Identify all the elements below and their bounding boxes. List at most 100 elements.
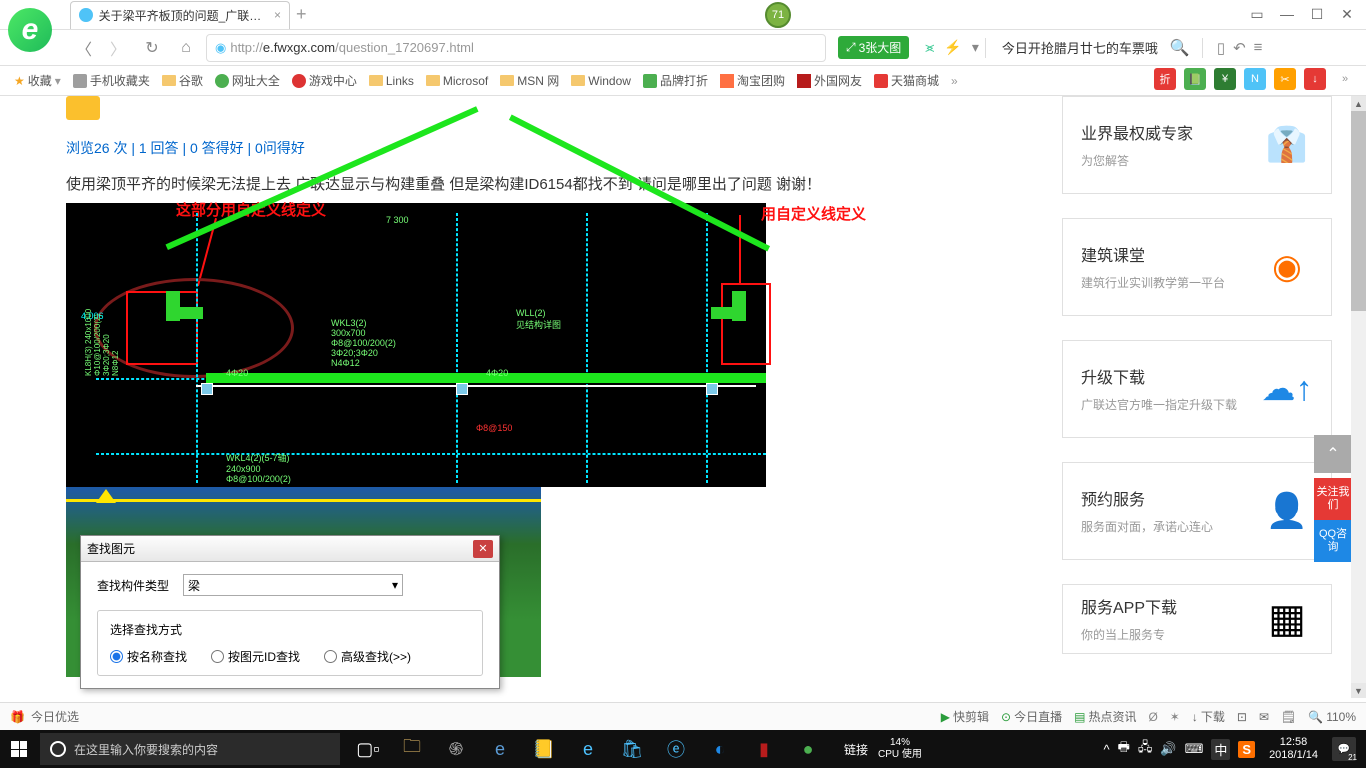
notification-icon[interactable]: 💬21 bbox=[1332, 737, 1356, 761]
app-qbrowser[interactable]: ◐ bbox=[698, 730, 742, 768]
app-note[interactable]: 📒 bbox=[522, 730, 566, 768]
ime-indicator[interactable]: ⌨ bbox=[1185, 741, 1204, 757]
chevron-down-icon[interactable]: ▾ bbox=[972, 39, 979, 56]
start-button[interactable] bbox=[0, 730, 38, 768]
back-button[interactable]: 〈 bbox=[70, 34, 98, 62]
undo-icon[interactable]: ↶ bbox=[1233, 39, 1246, 57]
qq-consult-button[interactable]: QQ咨询 bbox=[1314, 520, 1352, 562]
quickclip-button[interactable]: ▶快剪辑 bbox=[941, 708, 989, 725]
bookmark-item[interactable]: MSN 网 bbox=[500, 72, 559, 89]
fan-icon[interactable]: ✶ bbox=[1170, 710, 1180, 724]
score-badge[interactable]: 71 bbox=[765, 2, 791, 28]
dialog-close-icon[interactable]: ✕ bbox=[473, 540, 493, 558]
live-button[interactable]: ⊙今日直播 bbox=[1001, 708, 1062, 725]
task-view-button[interactable]: ▢▫ bbox=[346, 730, 390, 768]
sidebar-card-course[interactable]: 建筑课堂建筑行业实训教学第一平台 ◉ bbox=[1062, 218, 1332, 316]
note-icon[interactable]: 🗒 bbox=[1281, 710, 1296, 724]
menu-icon[interactable]: ≡ bbox=[1254, 39, 1263, 56]
news-icon: ▤ bbox=[1074, 710, 1085, 724]
ext-icon[interactable]: 📗 bbox=[1184, 68, 1206, 90]
ime-lang[interactable]: 中 bbox=[1211, 739, 1230, 760]
radio-by-id[interactable]: 按图元ID查找 bbox=[211, 648, 300, 665]
favorites-button[interactable]: ★收藏▾ bbox=[14, 72, 61, 89]
bookmark-item[interactable]: 品牌打折 bbox=[643, 72, 708, 89]
radio-by-name[interactable]: 按名称查找 bbox=[110, 648, 187, 665]
radio-advanced[interactable]: 高级查找(>>) bbox=[324, 648, 411, 665]
follow-us-button[interactable]: 关注我们 bbox=[1314, 478, 1352, 520]
app-edge[interactable]: e bbox=[566, 730, 610, 768]
sidebar-card-service[interactable]: 预约服务服务面对面，承诺心连心 👤 bbox=[1062, 462, 1332, 560]
bolt-icon[interactable]: ⚡ bbox=[944, 39, 961, 56]
hot-news-button[interactable]: ▤热点资讯 bbox=[1074, 708, 1136, 725]
bookmark-item[interactable]: Window bbox=[571, 74, 631, 88]
browser-logo[interactable]: e bbox=[0, 0, 60, 60]
scroll-down-icon[interactable]: ▼ bbox=[1351, 683, 1366, 698]
ext-overflow-icon[interactable]: » bbox=[1334, 68, 1356, 90]
gift-icon[interactable]: 🎁 bbox=[10, 710, 25, 724]
type-select[interactable]: 梁 ▾ bbox=[183, 574, 403, 596]
news-prompt[interactable]: 今日开抢腊月廿七的车票哦 bbox=[1002, 38, 1158, 57]
volume-icon[interactable]: 🔊 bbox=[1160, 741, 1176, 757]
taskbar-clock[interactable]: 12:58 2018/1/14 bbox=[1269, 736, 1318, 762]
app-explorer[interactable]: 🗀 bbox=[390, 730, 434, 768]
printer-icon[interactable]: 🖶 bbox=[1118, 738, 1130, 760]
home-button[interactable]: ⌂ bbox=[172, 34, 200, 62]
ext-icon[interactable]: N bbox=[1244, 68, 1266, 90]
block-icon[interactable]: Ø bbox=[1148, 710, 1157, 724]
images-badge[interactable]: ⤢ 3张大图 bbox=[838, 36, 909, 59]
sidebar-card-download[interactable]: 升级下载广联达官方唯一指定升级下载 ☁↑ bbox=[1062, 340, 1332, 438]
close-icon[interactable]: × bbox=[274, 8, 281, 22]
search-icon[interactable]: 🔍 bbox=[1170, 38, 1190, 58]
maximize-icon[interactable]: ☐ bbox=[1302, 0, 1332, 28]
taskbar-search[interactable]: 在这里输入你要搜索的内容 bbox=[40, 733, 340, 765]
share-icon[interactable]: ⪤ bbox=[925, 39, 934, 56]
scrollbar-thumb[interactable] bbox=[1351, 111, 1366, 311]
scroll-up-icon[interactable]: ▲ bbox=[1351, 96, 1366, 111]
bookmark-item[interactable]: 网址大全 bbox=[215, 72, 280, 89]
zoom-indicator[interactable]: 🔍110% bbox=[1308, 710, 1356, 724]
bookmark-item[interactable]: Microsof bbox=[426, 74, 488, 88]
dialog-titlebar[interactable]: 查找图元 ✕ bbox=[81, 536, 499, 562]
app-360[interactable]: ● bbox=[786, 730, 830, 768]
mail-icon[interactable]: ✉ bbox=[1259, 710, 1269, 724]
bookmark-item[interactable]: 谷歌 bbox=[162, 72, 203, 89]
window-close-icon[interactable]: ✕ bbox=[1332, 0, 1362, 28]
bookmark-item[interactable]: Links bbox=[369, 74, 414, 88]
new-tab-button[interactable]: + bbox=[296, 4, 307, 25]
network-icon[interactable]: 🖧 bbox=[1138, 738, 1153, 760]
app-red[interactable]: ▮ bbox=[742, 730, 786, 768]
forward-button[interactable]: 〉 bbox=[104, 34, 132, 62]
bookmark-item[interactable]: 淘宝团购 bbox=[720, 72, 785, 89]
cpu-monitor[interactable]: 14% CPU 使用 bbox=[878, 737, 922, 761]
ext-icon[interactable]: 折 bbox=[1154, 68, 1176, 90]
cad-screenshot-1[interactable]: 这部分用自定义线定义 用自定义线定义 7 300 WKL bbox=[66, 203, 766, 487]
bookmark-item[interactable]: 手机收藏夹 bbox=[73, 72, 150, 89]
today-picks[interactable]: 今日优选 bbox=[31, 708, 79, 725]
scroll-top-button[interactable]: ⌃ bbox=[1314, 435, 1352, 473]
read-mode-icon[interactable]: ▯ bbox=[1217, 39, 1225, 57]
browser-tab[interactable]: 关于梁平齐板顶的问题_广联达服 × bbox=[70, 1, 290, 29]
page-scrollbar[interactable]: ▲ ▼ bbox=[1351, 96, 1366, 698]
minimize-icon[interactable]: — bbox=[1272, 0, 1302, 28]
download-button[interactable]: ↓下载 bbox=[1192, 708, 1225, 725]
ext-icon[interactable]: ¥ bbox=[1214, 68, 1236, 90]
ext-icon[interactable]: ↓ bbox=[1304, 68, 1326, 90]
bookmark-overflow[interactable]: » bbox=[951, 74, 958, 88]
bookmark-item[interactable]: 外国网友 bbox=[797, 72, 862, 89]
sidebar-card-app[interactable]: 服务APP下载你的当上服务专 ▦ bbox=[1062, 584, 1332, 654]
app-edge-old[interactable]: e bbox=[478, 730, 522, 768]
window-menu-icon[interactable]: ▭ bbox=[1242, 0, 1272, 28]
app-icon[interactable]: ⊡ bbox=[1237, 710, 1247, 724]
app-store[interactable]: 🛍 bbox=[610, 730, 654, 768]
sidebar-card-expert[interactable]: 业界最权威专家为您解答 👔 bbox=[1062, 96, 1332, 194]
reload-button[interactable]: ↻ bbox=[138, 34, 166, 62]
app-ie[interactable]: ⓔ bbox=[654, 730, 698, 768]
app-swirl[interactable]: ֍ bbox=[434, 730, 478, 768]
bookmark-item[interactable]: 天猫商城 bbox=[874, 72, 939, 89]
ext-icon[interactable]: ✂ bbox=[1274, 68, 1296, 90]
address-bar[interactable]: ◉ http://e.fwxgx.com/question_1720697.ht… bbox=[206, 34, 826, 62]
sogou-icon[interactable]: S bbox=[1238, 741, 1255, 758]
tray-up-icon[interactable]: ^ bbox=[1104, 742, 1110, 757]
bookmark-item[interactable]: 游戏中心 bbox=[292, 72, 357, 89]
windows-taskbar: 在这里输入你要搜索的内容 ▢▫ 🗀 ֍ e 📒 e 🛍 ⓔ ◐ ▮ ● 链接 1… bbox=[0, 730, 1366, 768]
